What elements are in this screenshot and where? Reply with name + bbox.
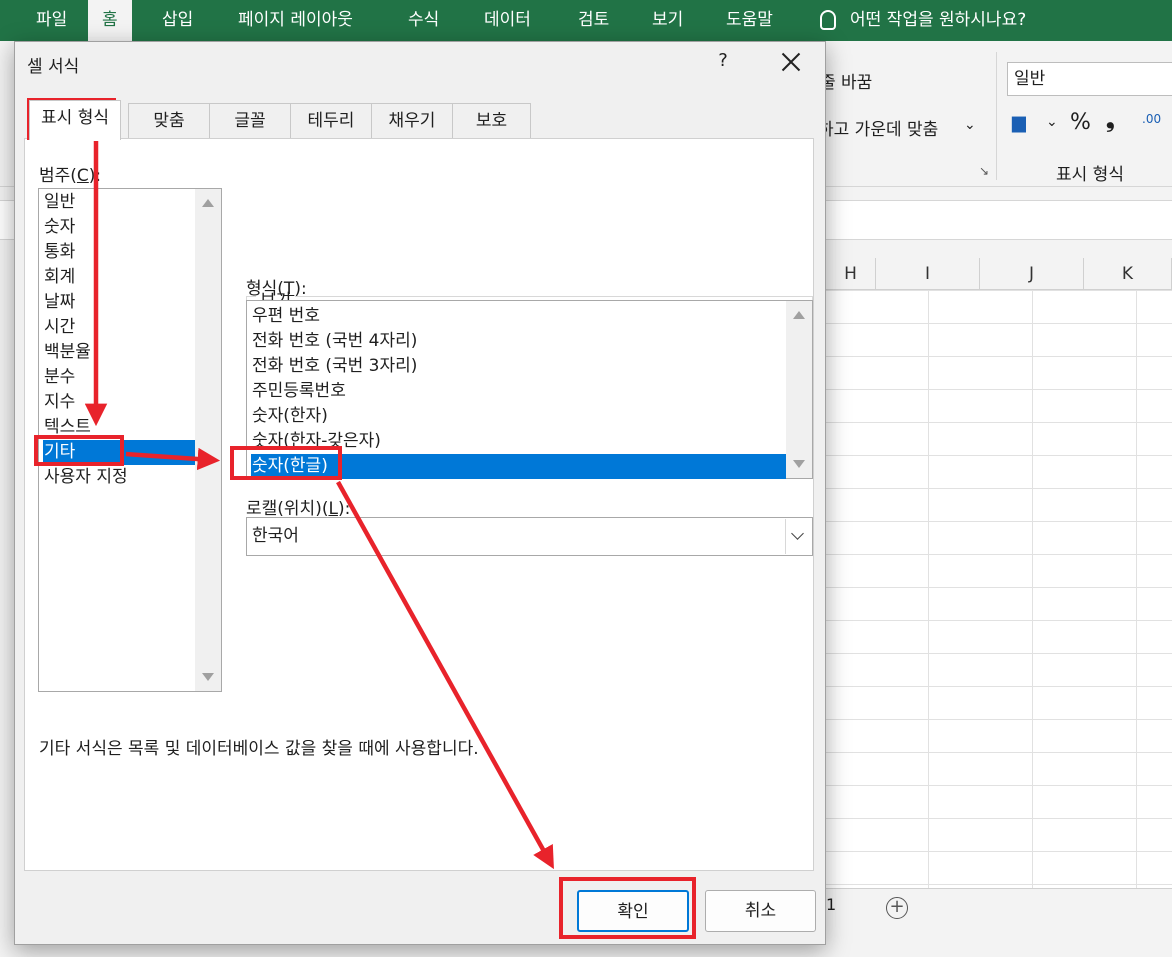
lightbulb-icon [820,10,836,30]
list-item[interactable]: 통화 [43,240,75,265]
highlight-box-korean-number [230,446,342,480]
tab-home[interactable]: 홈 [88,0,132,41]
sheet-tab-bar [826,888,1172,928]
tab-font[interactable]: 글꼴 [209,103,291,138]
percent-style-button[interactable]: % [1070,110,1091,135]
tab-border[interactable]: 테두리 [290,103,372,138]
tab-number[interactable]: 표시 형식 [29,100,121,140]
tab-review[interactable]: 검토 [564,0,623,41]
category-description: 기타 서식은 목록 및 데이터베이스 값을 찾을 때에 사용합니다. [39,739,479,759]
ribbon-tab-bar: 파일 홈 삽입 페이지 레이아웃 수식 데이터 검토 보기 도움말 어떤 작업을… [0,0,1172,41]
worksheet-grid[interactable] [826,290,1172,890]
tab-file[interactable]: 파일 [22,0,81,41]
list-item[interactable]: 숫자 [43,215,75,240]
increase-decimal-button[interactable]: .00 [1142,112,1161,126]
tab-page-layout[interactable]: 페이지 레이아웃 [224,0,367,41]
type-scrollbar[interactable] [786,301,812,478]
list-item[interactable]: 회계 [43,265,75,290]
tab-help[interactable]: 도움말 [712,0,787,41]
category-scrollbar[interactable] [195,189,221,691]
list-item[interactable]: 날짜 [43,290,75,315]
locale-label: 로캘(위치)(L): [246,499,351,519]
list-item[interactable]: 우편 번호 [251,304,320,329]
tab-fill[interactable]: 채우기 [371,103,453,138]
chevron-down-icon[interactable]: ⌄ [964,117,976,133]
wrap-text-button[interactable]: 줄 바꿈 [820,68,872,93]
list-item[interactable]: 주민등록번호 [251,379,346,404]
chevron-down-icon[interactable]: ⌄ [1046,114,1058,130]
chevron-down-icon[interactable] [785,519,811,554]
accounting-format-icon[interactable]: ▆ [1012,112,1026,133]
tell-me-search[interactable]: 어떤 작업을 원하시나요? [820,0,1026,41]
locale-dropdown[interactable]: 한국어 [246,517,813,556]
help-button[interactable]: ? [713,50,733,71]
format-cells-dialog: 셀 서식 ? 표시 형식 맞춤 글꼴 테두리 채우기 보호 범주(C): 일반 … [14,41,826,945]
highlight-box-ok-button [559,877,696,939]
list-item[interactable]: 백분율 [43,340,91,365]
column-header-k[interactable]: K [1084,258,1172,290]
tell-me-text: 어떤 작업을 원하시나요? [850,10,1027,30]
tab-formulas[interactable]: 수식 [394,0,453,41]
tab-insert[interactable]: 삽입 [148,0,207,41]
cancel-button[interactable]: 취소 [705,890,816,932]
sheet-tab[interactable]: 1 [826,895,836,914]
scroll-down-icon[interactable] [793,460,805,468]
list-item[interactable]: 지수 [43,390,75,415]
number-format-dropdown[interactable]: 일반 [1007,62,1172,96]
tab-view[interactable]: 보기 [638,0,697,41]
list-item[interactable]: 일반 [43,190,75,215]
scroll-up-icon[interactable] [793,311,805,319]
group-separator [996,52,997,180]
scroll-down-icon[interactable] [202,673,214,681]
column-header-h[interactable]: H [826,258,876,290]
locale-value: 한국어 [252,526,299,546]
list-item[interactable]: 숫자(한자) [251,404,328,429]
number-tab-panel: 범주(C): 일반 숫자 통화 회계 날짜 시간 백분율 분수 지수 텍스트 기… [24,138,814,871]
column-header-j[interactable]: J [980,258,1084,290]
close-icon[interactable] [777,48,805,76]
highlight-box-other-category [34,435,124,466]
category-label: 범주(C): [39,166,102,186]
dialog-title: 셀 서식 [27,57,80,77]
number-group-label: 표시 형식 [1056,165,1124,185]
tab-alignment[interactable]: 맞춤 [128,103,210,138]
add-sheet-button[interactable]: + [886,897,908,919]
list-item[interactable]: 사용자 지정 [43,465,128,490]
merge-center-button[interactable]: 하고 가운데 맞춤 [818,115,938,140]
type-label: 형식(T): [246,279,307,299]
dialog-launcher-icon[interactable]: ↘ [979,164,989,178]
tab-protection[interactable]: 보호 [452,103,531,138]
list-item[interactable]: 전화 번호 (국번 4자리) [251,329,417,354]
list-item[interactable]: 분수 [43,365,75,390]
scroll-up-icon[interactable] [202,199,214,207]
column-header-i[interactable]: I [876,258,980,290]
list-item[interactable]: 시간 [43,315,75,340]
comma-style-button[interactable]: ❟ [1106,108,1115,133]
list-item[interactable]: 전화 번호 (국번 3자리) [251,354,417,379]
tab-data[interactable]: 데이터 [470,0,545,41]
